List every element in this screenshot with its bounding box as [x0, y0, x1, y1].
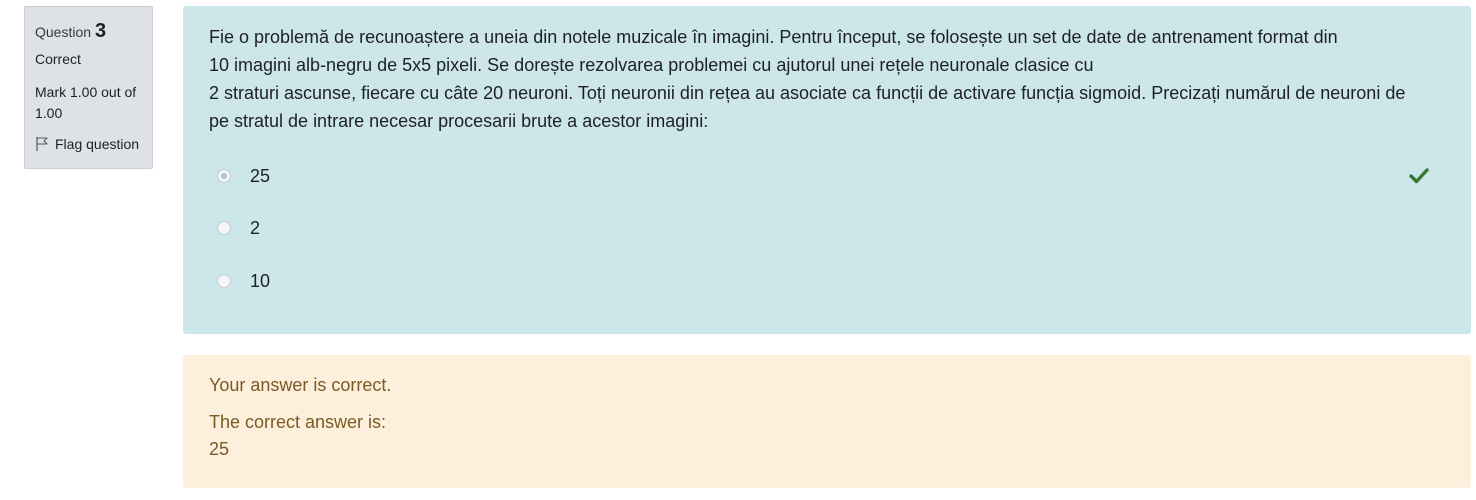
question-text: Fie o problemă de recunoaștere a uneia d… — [209, 27, 1406, 131]
question-outcome: Your answer is correct. The correct answ… — [183, 355, 1471, 488]
right-answer-value: 25 — [209, 439, 230, 459]
answer-radio-1[interactable] — [217, 169, 231, 183]
question-state: Correct — [35, 51, 81, 67]
question-number: 3 — [95, 20, 107, 42]
answer-radio-3[interactable] — [217, 274, 231, 288]
answer-label-2: 2 — [250, 217, 261, 238]
general-feedback: Your answer is correct. — [209, 375, 392, 395]
question-label: Question — [35, 24, 92, 40]
answer-radio-2[interactable] — [217, 221, 231, 235]
answer-label-3: 10 — [250, 270, 271, 291]
question-formulation: Fie o problemă de recunoaștere a uneia d… — [183, 6, 1471, 334]
answer-option-2[interactable]: 2 — [217, 212, 1441, 244]
question-number-row: Question 3 — [35, 19, 142, 44]
flag-icon — [36, 137, 48, 151]
right-answer-title: The correct answer is: — [209, 412, 387, 432]
check-icon — [1409, 168, 1429, 184]
flag-question-label: Flag question — [55, 136, 140, 152]
answer-option-1[interactable]: 25 — [217, 160, 1441, 192]
answer-option-3[interactable]: 10 — [217, 265, 1441, 297]
question-grade: Mark 1.00 out of 1.00 — [35, 84, 137, 121]
answer-label-1: 25 — [250, 165, 271, 186]
flag-question-link[interactable]: Flag question — [35, 135, 142, 153]
question-info-panel: Question 3 Correct Mark 1.00 out of 1.00 … — [24, 6, 153, 169]
